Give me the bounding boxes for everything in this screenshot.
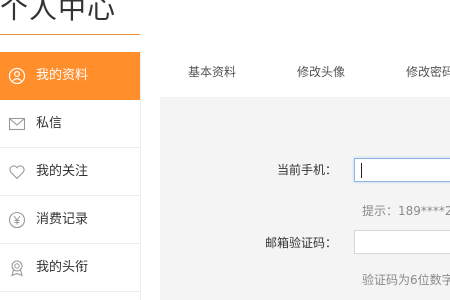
yen-coin-icon xyxy=(8,211,26,229)
email-code-input[interactable] xyxy=(354,230,450,254)
sidebar-item-label: 我的关注 xyxy=(36,164,89,179)
user-circle-icon xyxy=(8,67,26,85)
text-caret xyxy=(361,163,362,178)
sidebar: 我的资料 私信 我的关注 消费记录 我的头衔 xyxy=(0,52,141,300)
sidebar-item-my-profile[interactable]: 我的资料 xyxy=(0,52,140,100)
sidebar-item-label: 消费记录 xyxy=(36,212,89,227)
sidebar-item-my-titles[interactable]: 我的头衔 xyxy=(0,244,140,292)
sidebar-item-label: 我的资料 xyxy=(36,68,89,83)
tab-bar: 基本资料 修改头像 修改密码 xyxy=(141,52,450,97)
email-code-hint: 验证码为6位数字 xyxy=(362,273,450,287)
envelope-icon xyxy=(8,115,26,133)
phone-input[interactable] xyxy=(354,158,450,182)
tab-change-avatar[interactable]: 修改头像 xyxy=(297,52,345,97)
phone-hint: 提示：189****28 xyxy=(362,204,450,218)
heart-icon xyxy=(8,163,26,181)
email-code-label: 邮箱验证码： xyxy=(265,236,338,250)
tab-basic-info[interactable]: 基本资料 xyxy=(188,52,236,97)
form-panel: 当前手机： 提示：189****28 邮箱验证码： 验证码为6位数字 xyxy=(160,97,450,300)
phone-label: 当前手机： xyxy=(277,163,338,177)
page-title: 个人中心 xyxy=(0,0,117,25)
tab-change-password[interactable]: 修改密码 xyxy=(406,52,450,97)
badge-icon xyxy=(8,259,26,277)
sidebar-item-messages[interactable]: 私信 xyxy=(0,100,140,148)
sidebar-item-my-follows[interactable]: 我的关注 xyxy=(0,148,140,196)
title-underline xyxy=(0,34,140,35)
sidebar-item-label: 我的头衔 xyxy=(36,260,89,275)
sidebar-item-purchase-history[interactable]: 消费记录 xyxy=(0,196,140,244)
sidebar-item-label: 私信 xyxy=(36,116,63,131)
